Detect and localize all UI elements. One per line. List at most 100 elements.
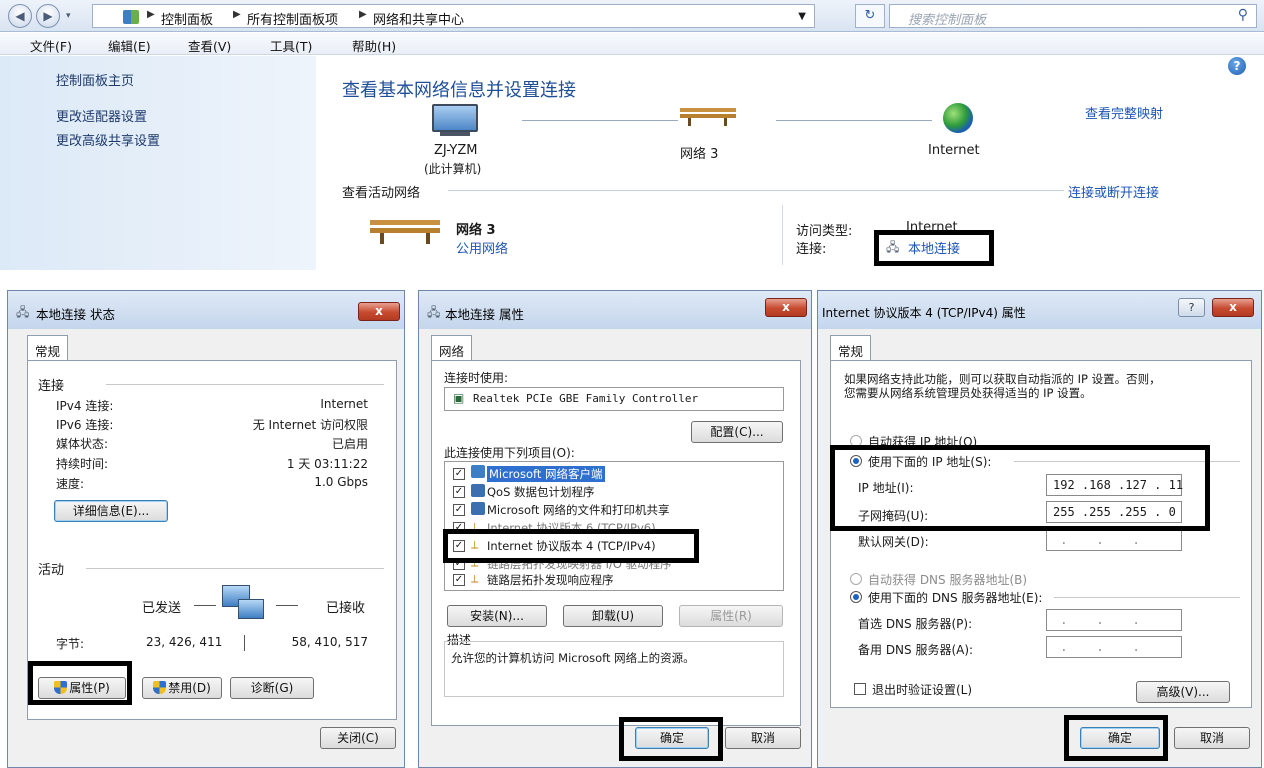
protocol-icon: ⟂	[471, 520, 479, 533]
forward-button[interactable]: ▶	[36, 4, 60, 28]
diagnose-button[interactable]: 诊断(G)	[230, 677, 314, 699]
page-title: 查看基本网络信息并设置连接	[342, 80, 576, 101]
cancel-button[interactable]: 取消	[725, 727, 801, 749]
ok-button[interactable]: 确定	[1080, 727, 1160, 749]
qos-icon	[471, 484, 485, 497]
subnet-mask-input[interactable]: 255 .255 .255 . 0	[1046, 501, 1182, 523]
item-label[interactable]: 链路层拓扑发现映射器 I/O 驱动程序	[487, 556, 672, 572]
ethernet-plug-icon: 🖧	[886, 240, 900, 254]
item-label-selected[interactable]: Microsoft 网络客户端	[487, 466, 605, 482]
active-networks-label: 查看活动网络	[342, 186, 421, 201]
received-line	[276, 605, 298, 606]
item-label[interactable]: 链路层拓扑发现响应程序	[487, 572, 614, 588]
auto-dns-radio[interactable]	[850, 573, 862, 585]
refresh-button[interactable]: ↻	[855, 4, 885, 28]
auto-ip-label[interactable]: 自动获得 IP 地址(O)	[868, 433, 977, 450]
local-connection-link[interactable]: 本地连接	[908, 238, 960, 257]
ip-address-input[interactable]: 192 .168 .127 . 11	[1046, 474, 1183, 496]
close-icon[interactable]: x	[358, 302, 400, 321]
help-icon[interactable]: ?	[1228, 57, 1246, 75]
vertical-divider	[782, 205, 783, 265]
breadcrumb-separator-icon[interactable]: ▶	[359, 9, 367, 20]
cancel-button[interactable]: 取消	[1174, 727, 1250, 749]
breadcrumb-separator-icon[interactable]: ▶	[233, 9, 241, 20]
network-client-icon	[471, 465, 485, 478]
breadcrumb-separator-icon[interactable]: ▶	[147, 9, 155, 20]
back-button[interactable]: ◀	[8, 4, 32, 28]
help-button[interactable]: ?	[1178, 298, 1205, 317]
advanced-button[interactable]: 高级(V)...	[1136, 681, 1230, 703]
item-label[interactable]: Internet 协议版本 6 (TCP/IPv6)	[487, 520, 656, 536]
auto-dns-label[interactable]: 自动获得 DNS 服务器地址(B)	[868, 571, 1027, 588]
menu-edit[interactable]: 编辑(E)	[108, 36, 151, 55]
search-input[interactable]: 搜索控制面板 ⚲	[889, 4, 1257, 28]
manual-ip-radio[interactable]	[850, 455, 862, 467]
close-icon[interactable]: x	[765, 298, 807, 317]
address-bar: ◀ ▶ ▾ ▶ 控制面板 ▶ 所有控制面板项 ▶ 网络和共享中心 ▼ ↻ 搜索控…	[0, 0, 1264, 32]
menu-help[interactable]: 帮助(H)	[352, 36, 396, 55]
search-icon[interactable]: ⚲	[1238, 7, 1248, 23]
menu-file[interactable]: 文件(F)	[30, 36, 72, 55]
item-label[interactable]: QoS 数据包计划程序	[487, 484, 595, 500]
breadcrumb-control-panel[interactable]: 控制面板	[161, 9, 213, 28]
control-panel-home-link[interactable]: 控制面板主页	[56, 70, 134, 89]
adapter-name: Realtek PCIe GBE Family Controller	[473, 392, 699, 405]
item-checkbox[interactable]: ✓	[453, 504, 465, 516]
control-panel-icon	[123, 10, 139, 24]
manual-dns-radio[interactable]	[850, 591, 862, 603]
item-checkbox[interactable]: ✓	[453, 486, 465, 498]
uninstall-button[interactable]: 卸载(U)	[563, 605, 663, 627]
configure-button[interactable]: 配置(C)...	[691, 421, 783, 443]
disable-button[interactable]: 禁用(D)	[142, 677, 222, 699]
item-label[interactable]: Internet 协议版本 4 (TCP/IPv4)	[487, 538, 656, 554]
properties-button-label: 属性(P)	[69, 681, 110, 695]
status-dialog: 🖧 本地连接 状态 x 常规 连接 IPv4 连接: Internet IPv6…	[7, 290, 405, 768]
manual-ip-label[interactable]: 使用下面的 IP 地址(S):	[868, 453, 991, 470]
map-internet: Internet	[928, 143, 980, 158]
properties-button[interactable]: 属性(P)	[38, 677, 126, 699]
preferred-dns-label: 首选 DNS 服务器(P):	[858, 617, 973, 631]
items-list[interactable]: ✓ Microsoft 网络客户端 ✓ QoS 数据包计划程序 ✓ Micros…	[444, 461, 784, 591]
alternate-dns-input[interactable]: . . .	[1046, 636, 1182, 658]
item-checkbox[interactable]: ✓	[453, 540, 465, 552]
install-button[interactable]: 安装(N)...	[447, 605, 547, 627]
connection-section: 连接	[38, 379, 65, 394]
tab-general[interactable]: 常规	[830, 335, 872, 361]
auto-ip-radio[interactable]	[850, 435, 862, 447]
manual-dns-label[interactable]: 使用下面的 DNS 服务器地址(E):	[868, 589, 1042, 606]
preferred-dns-input[interactable]: . . .	[1046, 609, 1182, 631]
menu-tools[interactable]: 工具(T)	[270, 36, 312, 55]
media-state-label: 媒体状态:	[56, 437, 109, 451]
close-button[interactable]: 关闭(C)	[320, 727, 396, 749]
menu-view[interactable]: 查看(V)	[188, 36, 231, 55]
sent-line	[194, 605, 216, 606]
item-checkbox[interactable]: ✓	[453, 558, 465, 570]
recent-pages-chevron-icon[interactable]: ▾	[66, 11, 71, 21]
connect-disconnect-link[interactable]: 连接或断开连接	[1068, 182, 1159, 201]
address-dropdown-icon[interactable]: ▼	[798, 11, 806, 22]
ip-address-label: IP 地址(I):	[858, 481, 914, 495]
network-type-link[interactable]: 公用网络	[456, 238, 508, 257]
item-checkbox[interactable]: ✓	[453, 468, 465, 480]
breadcrumb-network-center[interactable]: 网络和共享中心	[373, 9, 464, 28]
item-properties-button[interactable]: 属性(R)	[679, 605, 783, 627]
close-icon[interactable]: x	[1212, 298, 1254, 317]
breadcrumb-all-items[interactable]: 所有控制面板项	[247, 9, 338, 28]
details-button[interactable]: 详细信息(E)...	[54, 500, 168, 522]
change-adapter-settings-link[interactable]: 更改适配器设置	[56, 106, 147, 125]
network-sharing-center-window: ◀ ▶ ▾ ▶ 控制面板 ▶ 所有控制面板项 ▶ 网络和共享中心 ▼ ↻ 搜索控…	[0, 0, 1264, 270]
item-checkbox[interactable]: ✓	[453, 522, 465, 534]
validate-checkbox[interactable]	[854, 683, 866, 695]
gateway-input[interactable]: . . .	[1046, 529, 1182, 551]
view-full-map-link[interactable]: 查看完整映射	[1085, 103, 1163, 122]
tab-networking[interactable]: 网络	[431, 335, 473, 361]
change-advanced-sharing-link[interactable]: 更改高级共享设置	[56, 130, 160, 149]
item-label[interactable]: Microsoft 网络的文件和打印机共享	[487, 502, 670, 518]
validate-label[interactable]: 退出时验证设置(L)	[872, 681, 972, 698]
activity-section: 活动	[38, 563, 65, 578]
breadcrumb[interactable]: ▶ 控制面板 ▶ 所有控制面板项 ▶ 网络和共享中心 ▼	[92, 4, 815, 28]
ok-button[interactable]: 确定	[635, 727, 709, 749]
item-checkbox[interactable]: ✓	[453, 574, 465, 586]
bench-icon	[370, 220, 440, 244]
tab-general[interactable]: 常规	[27, 335, 69, 361]
